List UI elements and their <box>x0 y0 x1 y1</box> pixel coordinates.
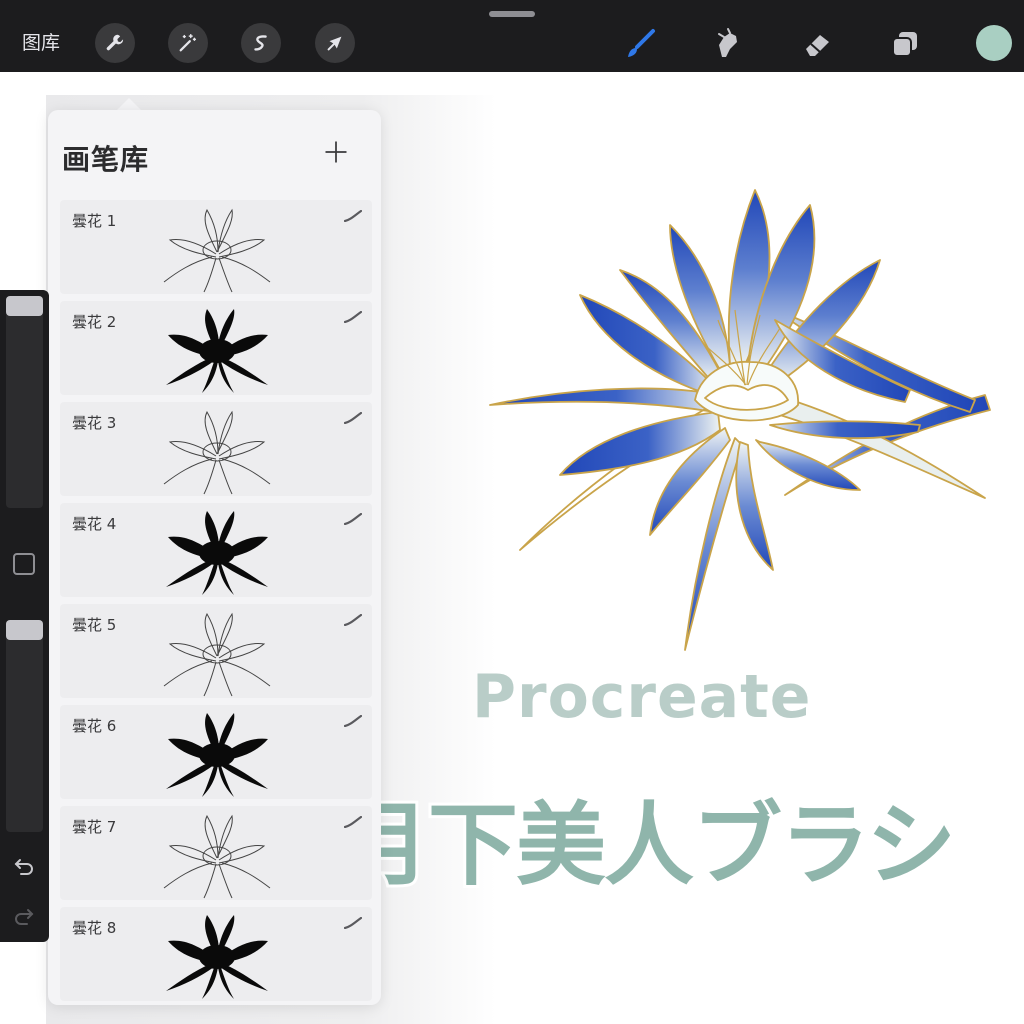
brush-stroke-icon <box>344 614 362 626</box>
magic-wand-icon[interactable] <box>168 23 208 63</box>
brush-preview-thumbnail <box>166 511 268 595</box>
top-toolbar: 图库 <box>0 0 1024 72</box>
brush-preview-thumbnail <box>163 814 271 899</box>
headline-title: 月下美人ブラシ <box>337 790 959 901</box>
smudge-icon[interactable] <box>707 24 747 64</box>
brush-item[interactable]: 曇花 5 <box>60 604 372 698</box>
brush-preview-thumbnail <box>163 208 271 293</box>
brush-name: 曇花 7 <box>72 818 117 836</box>
procreate-watermark: Procreate <box>472 662 812 732</box>
brush-preview-thumbnail <box>166 713 268 797</box>
brush-preview-thumbnail <box>163 410 271 495</box>
wrench-icon[interactable] <box>95 23 135 63</box>
brush-stroke-icon <box>344 816 362 828</box>
brush-library-panel: 画笔库 曇花 1 曇花 2 曇花 3 曇花 4 曇花 5 曇花 6 曇花 7 曇花 8 <box>48 110 381 1005</box>
brush-item[interactable]: 曇花 8 <box>60 907 372 1001</box>
brush-item[interactable]: 曇花 4 <box>60 503 372 597</box>
opacity-knob[interactable] <box>6 620 43 640</box>
redo-icon[interactable] <box>12 904 36 928</box>
selection-icon[interactable] <box>241 23 281 63</box>
opacity-slider[interactable] <box>6 620 43 832</box>
panel-title: 画笔库 <box>62 143 150 176</box>
brush-preview-thumbnail <box>166 309 268 393</box>
brush-name: 曇花 1 <box>72 212 117 230</box>
brush-size-slider[interactable] <box>6 296 43 508</box>
brush-icon[interactable] <box>620 24 660 64</box>
layers-icon[interactable] <box>885 24 925 64</box>
brush-name: 曇花 2 <box>72 313 117 331</box>
transform-arrow-icon[interactable] <box>315 23 355 63</box>
brush-preview-thumbnail <box>163 612 271 697</box>
cereus-flower-artwork <box>489 189 991 651</box>
brush-stroke-icon <box>344 917 362 929</box>
modify-button[interactable] <box>13 553 35 575</box>
eraser-icon[interactable] <box>797 24 837 64</box>
brush-name: 曇花 4 <box>72 515 117 533</box>
brush-name: 曇花 5 <box>72 616 117 634</box>
add-brush-button[interactable] <box>320 136 352 168</box>
brush-stroke-icon <box>344 311 362 323</box>
brush-stroke-icon <box>344 513 362 525</box>
brush-item[interactable]: 曇花 7 <box>60 806 372 900</box>
grabber-handle[interactable] <box>489 11 535 17</box>
brush-item[interactable]: 曇花 3 <box>60 402 372 496</box>
brush-name: 曇花 8 <box>72 919 117 937</box>
brush-stroke-icon <box>344 715 362 727</box>
left-sidebar <box>0 290 49 942</box>
current-color-swatch[interactable] <box>976 25 1012 61</box>
brush-item[interactable]: 曇花 2 <box>60 301 372 395</box>
brush-preview-thumbnail <box>166 915 268 999</box>
brush-size-knob[interactable] <box>6 296 43 316</box>
gallery-button[interactable]: 图库 <box>22 30 60 56</box>
plus-icon <box>325 141 347 163</box>
undo-icon[interactable] <box>12 854 36 878</box>
brush-name: 曇花 3 <box>72 414 117 432</box>
brush-name: 曇花 6 <box>72 717 117 735</box>
brush-item[interactable]: 曇花 1 <box>60 200 372 294</box>
brush-stroke-icon <box>344 412 362 424</box>
brush-stroke-icon <box>344 210 362 222</box>
brush-item[interactable]: 曇花 6 <box>60 705 372 799</box>
